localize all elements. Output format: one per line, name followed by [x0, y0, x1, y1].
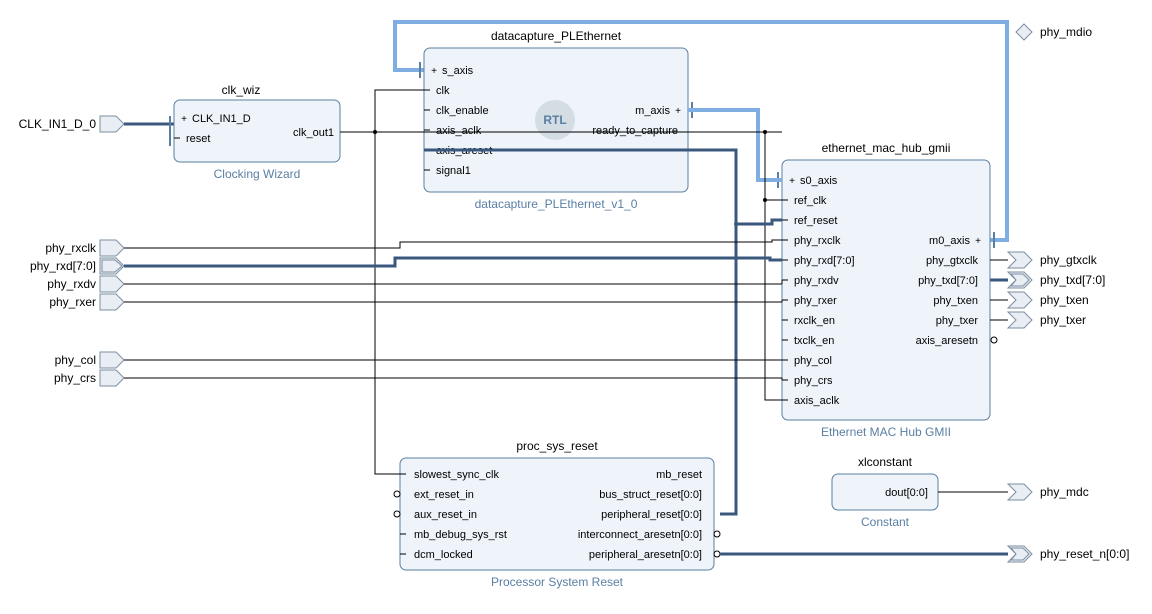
- svg-text:proc_sys_reset: proc_sys_reset: [516, 439, 598, 453]
- block-proc-sys-reset[interactable]: proc_sys_reset Processor System Reset sl…: [394, 439, 720, 589]
- svg-text:phy_rxclk: phy_rxclk: [794, 235, 841, 247]
- svg-text:phy_rxd[7:0]: phy_rxd[7:0]: [794, 255, 855, 267]
- svg-text:m0_axis: m0_axis: [929, 235, 970, 247]
- port-txen: phy_txen: [1008, 292, 1089, 308]
- port-mdio: phy_mdio: [1016, 24, 1092, 40]
- svg-text:phy_col: phy_col: [55, 353, 96, 367]
- svg-text:clk: clk: [436, 85, 450, 97]
- svg-text:phy_txen: phy_txen: [933, 295, 978, 307]
- svg-text:phy_crs: phy_crs: [794, 375, 833, 387]
- svg-text:phy_txd[7:0]: phy_txd[7:0]: [1040, 273, 1105, 287]
- port-rxdv: phy_rxdv: [47, 276, 124, 292]
- svg-text:datacapture_PLEthernet: datacapture_PLEthernet: [491, 29, 622, 43]
- block-xlconstant[interactable]: xlconstant Constant dout[0:0]: [832, 455, 938, 529]
- svg-text:s0_axis: s0_axis: [800, 175, 838, 187]
- svg-text:signal1: signal1: [436, 165, 471, 177]
- svg-text:axis_aclk: axis_aclk: [794, 395, 840, 407]
- svg-text:phy_rxclk: phy_rxclk: [45, 241, 97, 255]
- svg-text:peripheral_reset[0:0]: peripheral_reset[0:0]: [601, 509, 702, 521]
- svg-text:clk_out1: clk_out1: [293, 127, 334, 139]
- port-col: phy_col: [55, 352, 124, 368]
- svg-text:phy_rxer: phy_rxer: [49, 295, 96, 309]
- svg-text:peripheral_aresetn[0:0]: peripheral_aresetn[0:0]: [589, 549, 702, 561]
- svg-text:dout[0:0]: dout[0:0]: [885, 487, 928, 499]
- port-mdc: phy_mdc: [1008, 484, 1089, 500]
- port-rxd: phy_rxd[7:0]: [30, 258, 124, 274]
- group-rx-ports: phy_rxclk phy_rxd[7:0] phy_rxdv phy_rxer…: [30, 240, 124, 386]
- svg-text:Processor System Reset: Processor System Reset: [491, 575, 624, 589]
- svg-text:phy_rxer: phy_rxer: [794, 295, 837, 307]
- svg-text:phy_gtxclk: phy_gtxclk: [926, 255, 978, 267]
- svg-text:datacapture_PLEthernet_v1_0: datacapture_PLEthernet_v1_0: [475, 197, 638, 211]
- svg-text:mb_debug_sys_rst: mb_debug_sys_rst: [414, 529, 507, 541]
- svg-text:clk_wiz: clk_wiz: [222, 83, 261, 97]
- port-txd: phy_txd[7:0]: [1008, 272, 1105, 288]
- port-reset-n: phy_reset_n[0:0]: [1008, 546, 1129, 562]
- svg-text:reset: reset: [186, 133, 210, 145]
- svg-text:phy_reset_n[0:0]: phy_reset_n[0:0]: [1040, 547, 1129, 561]
- svg-text:dcm_locked: dcm_locked: [414, 549, 473, 561]
- svg-text:phy_rxdv: phy_rxdv: [794, 275, 839, 287]
- port-rxclk: phy_rxclk: [45, 240, 124, 256]
- svg-text:axis_aresetn: axis_aresetn: [916, 335, 978, 347]
- block-ethernet[interactable]: ethernet_mac_hub_gmii Ethernet MAC Hub G…: [778, 141, 997, 439]
- block-clk-wiz[interactable]: clk_wiz Clocking Wizard CLK_IN1_D reset …: [174, 83, 340, 181]
- svg-text:CLK_IN1_D: CLK_IN1_D: [192, 113, 251, 125]
- svg-text:s_axis: s_axis: [442, 65, 474, 77]
- svg-text:+: +: [975, 236, 981, 247]
- svg-text:phy_mdc: phy_mdc: [1040, 485, 1089, 499]
- svg-text:Ethernet MAC Hub GMII: Ethernet MAC Hub GMII: [821, 425, 951, 439]
- svg-text:phy_rxd[7:0]: phy_rxd[7:0]: [30, 259, 96, 273]
- svg-text:phy_txen: phy_txen: [1040, 293, 1089, 307]
- svg-text:ref_reset: ref_reset: [794, 215, 837, 227]
- port-gtxclk: phy_gtxclk: [1008, 252, 1098, 268]
- svg-text:phy_mdio: phy_mdio: [1040, 25, 1092, 39]
- svg-text:phy_txer: phy_txer: [1040, 313, 1086, 327]
- svg-text:+: +: [675, 106, 681, 117]
- svg-text:xlconstant: xlconstant: [858, 455, 913, 469]
- svg-text:phy_txd[7:0]: phy_txd[7:0]: [918, 275, 978, 287]
- svg-text:txclk_en: txclk_en: [794, 335, 834, 347]
- port-crs: phy_crs: [54, 370, 124, 386]
- svg-text:Clocking Wizard: Clocking Wizard: [214, 167, 301, 181]
- svg-text:m_axis: m_axis: [635, 105, 670, 117]
- svg-text:phy_gtxclk: phy_gtxclk: [1040, 253, 1098, 267]
- svg-text:+: +: [789, 176, 795, 187]
- svg-text:aux_reset_in: aux_reset_in: [414, 509, 477, 521]
- svg-text:slowest_sync_clk: slowest_sync_clk: [414, 469, 499, 481]
- svg-text:phy_col: phy_col: [794, 355, 832, 367]
- rtl-label: RTL: [543, 113, 566, 127]
- svg-text:Constant: Constant: [861, 515, 910, 529]
- port-txer: phy_txer: [1008, 312, 1086, 328]
- svg-text:phy_crs: phy_crs: [54, 371, 96, 385]
- svg-text:mb_reset: mb_reset: [656, 469, 702, 481]
- svg-text:CLK_IN1_D_0: CLK_IN1_D_0: [19, 117, 97, 131]
- port-clk-in: CLK_IN1_D_0: [19, 116, 174, 146]
- svg-text:+: +: [181, 114, 187, 125]
- svg-text:ready_to_capture: ready_to_capture: [592, 125, 678, 137]
- svg-text:axis_aclk: axis_aclk: [436, 125, 482, 137]
- svg-text:bus_struct_reset[0:0]: bus_struct_reset[0:0]: [599, 489, 702, 501]
- block-datacapture[interactable]: datacapture_PLEthernet datacapture_PLEth…: [420, 29, 692, 211]
- svg-text:rxclk_en: rxclk_en: [794, 315, 835, 327]
- svg-text:interconnect_aresetn[0:0]: interconnect_aresetn[0:0]: [578, 529, 702, 541]
- port-rxer: phy_rxer: [49, 294, 124, 310]
- svg-text:ref_clk: ref_clk: [794, 195, 827, 207]
- svg-text:ethernet_mac_hub_gmii: ethernet_mac_hub_gmii: [822, 141, 951, 155]
- svg-text:phy_rxdv: phy_rxdv: [47, 277, 96, 291]
- svg-text:clk_enable: clk_enable: [436, 105, 489, 117]
- svg-text:+: +: [431, 66, 437, 77]
- svg-text:ext_reset_in: ext_reset_in: [414, 489, 474, 501]
- svg-text:phy_txer: phy_txer: [936, 315, 979, 327]
